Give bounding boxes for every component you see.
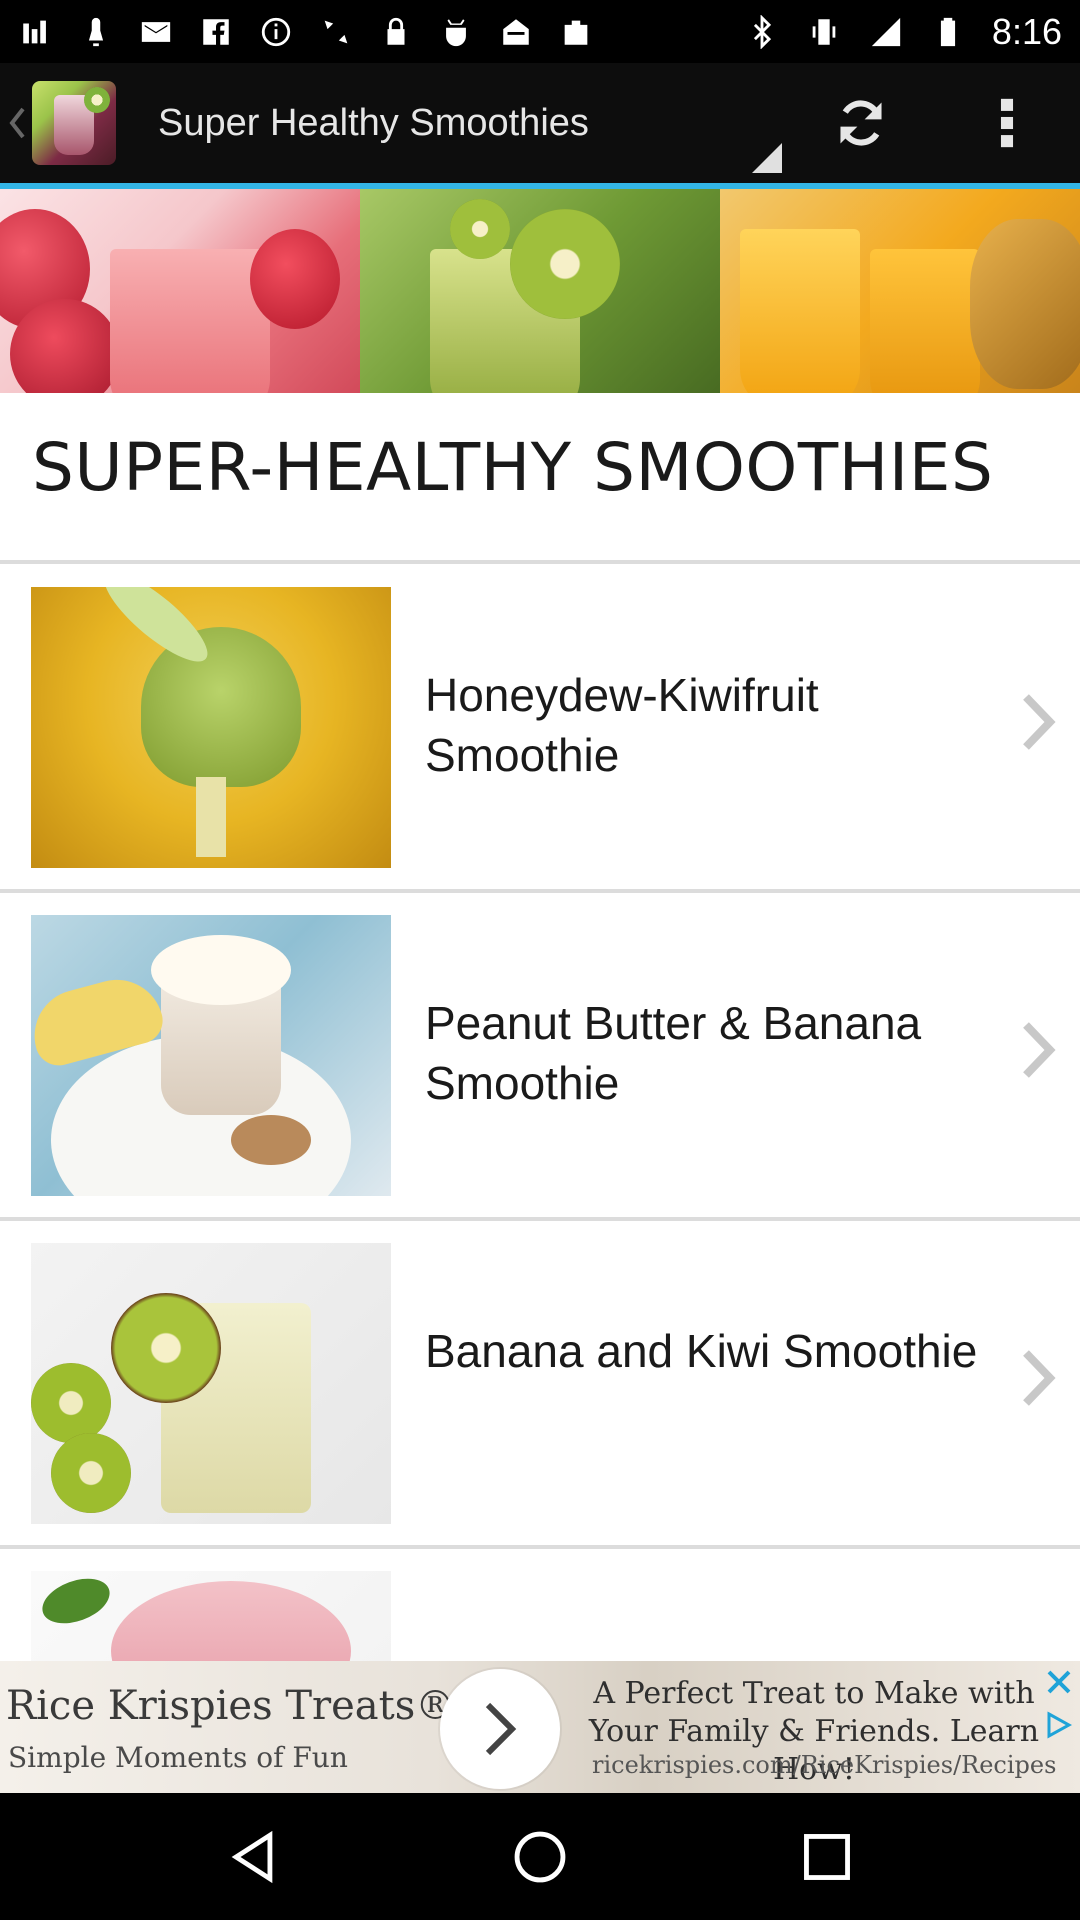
banana-kiwi-thumbnail <box>31 1243 391 1524</box>
signal-icon <box>868 14 904 50</box>
battery-icon <box>930 14 966 50</box>
honeydew-kiwifruit-thumbnail <box>31 587 391 868</box>
heading-divider <box>0 560 1080 564</box>
up-navigation-icon[interactable] <box>4 63 30 183</box>
kiwi-smoothie-image <box>360 189 720 393</box>
status-notifications <box>18 14 744 50</box>
recents-button[interactable] <box>787 1817 867 1897</box>
app-icon[interactable] <box>32 81 116 165</box>
list-item[interactable]: Peanut Butter & Banana Smoothie <box>0 893 1080 1221</box>
more-vert-icon <box>1000 98 1014 148</box>
content-area[interactable]: SUPER-HEALTHY SMOOTHIES Honeydew-Kiwifru… <box>0 189 1080 1661</box>
recents-square-icon <box>803 1833 850 1880</box>
status-time: 8:16 <box>991 10 1062 52</box>
list-item[interactable]: Honeydew-Kiwifruit Smoothie <box>0 565 1080 893</box>
refresh-button[interactable] <box>788 63 934 183</box>
action-bar-title: Super Healthy Smoothies <box>158 101 589 144</box>
ad-banner[interactable]: Rice Krispies Treats® Simple Moments of … <box>0 1661 1080 1793</box>
list-item[interactable]: Banana and Kiwi Smoothie <box>0 1221 1080 1549</box>
spinner-indicator-icon <box>752 143 782 173</box>
close-icon[interactable] <box>1044 1667 1074 1697</box>
list-item-title: Peanut Butter & Banana Smoothie <box>425 997 922 1109</box>
back-triangle-icon <box>231 1830 273 1883</box>
ad-open-button[interactable] <box>440 1669 560 1789</box>
facebook-icon <box>198 14 234 50</box>
inbox-icon <box>498 14 534 50</box>
adchoices-icon[interactable] <box>1044 1711 1073 1739</box>
wifi-signal-icon <box>18 14 54 50</box>
action-bar: Super Healthy Smoothies <box>0 63 1080 189</box>
pineapple-smoothie-image <box>720 189 1080 393</box>
action-bar-spinner[interactable]: Super Healthy Smoothies <box>158 63 788 183</box>
overflow-menu-button[interactable] <box>934 63 1080 183</box>
back-button[interactable] <box>213 1817 293 1897</box>
notification-icon <box>78 14 114 50</box>
chevron-right-icon <box>485 1702 517 1756</box>
vibrate-icon <box>806 14 842 50</box>
gmail-icon <box>138 14 174 50</box>
navigation-bar <box>0 1793 1080 1920</box>
header-banner-image <box>0 189 1080 393</box>
page-title: SUPER-HEALTHY SMOOTHIES <box>32 429 994 506</box>
chevron-right-icon <box>1016 691 1064 753</box>
bluetooth-icon <box>744 14 780 50</box>
status-bar: 8:16 <box>0 0 1080 63</box>
home-button[interactable] <box>500 1817 580 1897</box>
chevron-right-icon <box>1016 1347 1064 1409</box>
ad-title: Rice Krispies Treats® <box>6 1683 456 1729</box>
list-item[interactable] <box>0 1549 1080 1661</box>
strawberry-smoothie-image <box>0 189 360 393</box>
status-system: 8:16 <box>744 11 1062 53</box>
chevron-right-icon <box>1016 1019 1064 1081</box>
peanut-butter-banana-thumbnail <box>31 915 391 1196</box>
home-circle-icon <box>514 1831 566 1882</box>
lock-icon <box>378 14 414 50</box>
ad-url: ricekrispies.com/RiceKrispies/Recipes <box>592 1751 1057 1779</box>
bag-icon <box>558 14 594 50</box>
list-item-title: Banana and Kiwi Smoothie <box>425 1325 978 1377</box>
recipe-list: Honeydew-Kiwifruit Smoothie Peanut Butte… <box>0 565 1080 1661</box>
info-icon <box>258 14 294 50</box>
refresh-icon <box>840 100 882 146</box>
ad-subtitle: Simple Moments of Fun <box>8 1741 348 1774</box>
gps-icon <box>318 14 354 50</box>
partial-item-thumbnail <box>31 1571 391 1661</box>
list-item-title: Honeydew-Kiwifruit Smoothie <box>425 669 819 781</box>
android-icon <box>438 14 474 50</box>
